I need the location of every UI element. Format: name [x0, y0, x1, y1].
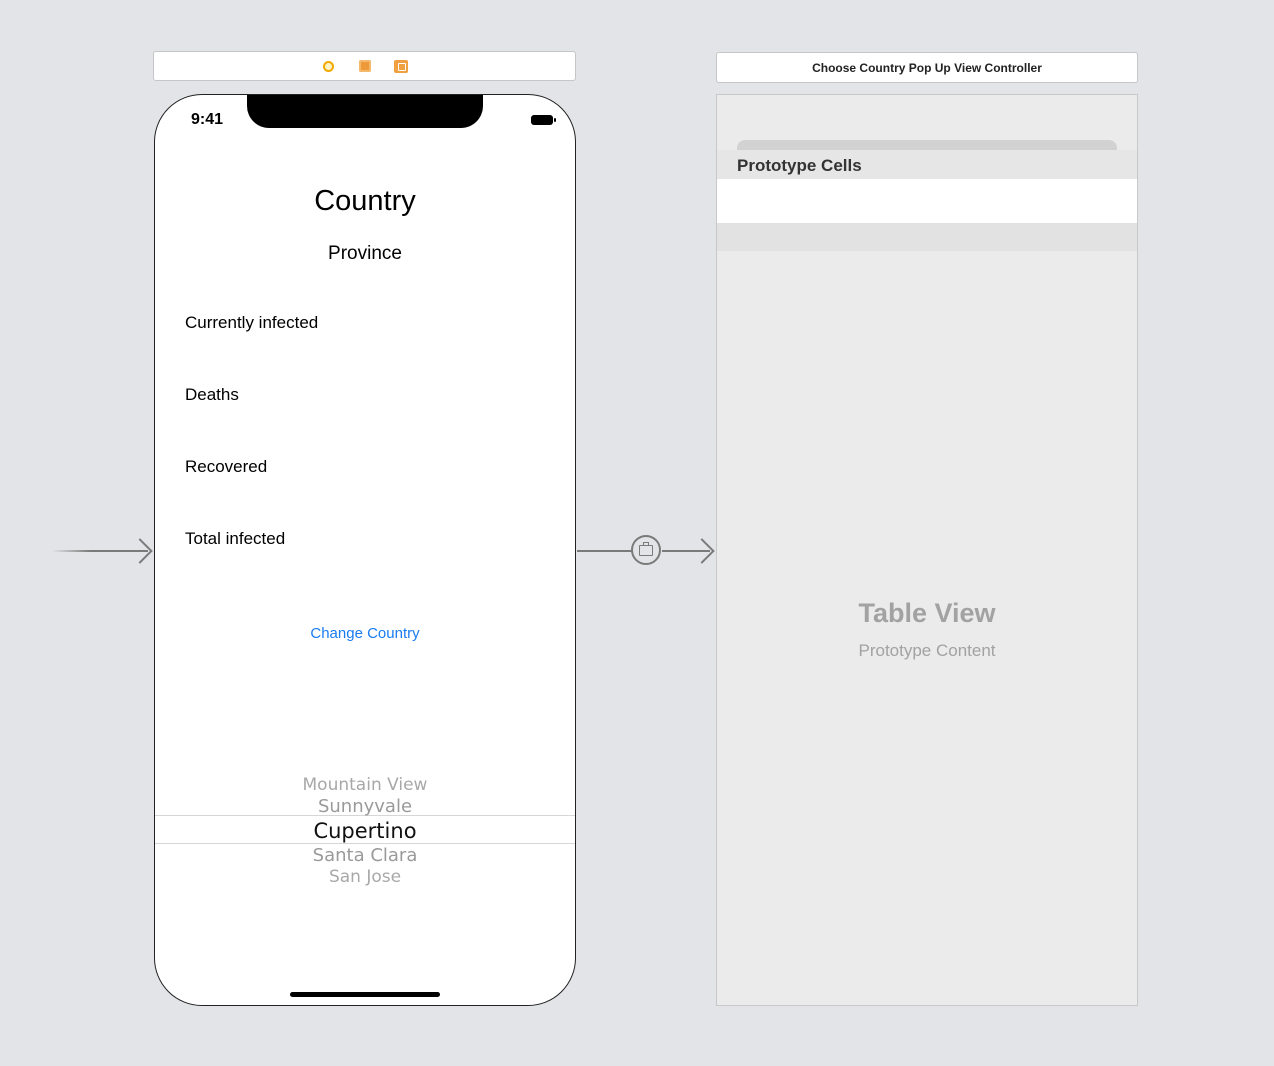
home-indicator [290, 992, 440, 997]
change-country-button[interactable]: Change Country [155, 625, 575, 642]
status-time: 9:41 [191, 111, 224, 128]
device-notch [247, 95, 483, 128]
prototype-cells-label: Prototype Cells [737, 156, 862, 175]
country-label[interactable]: Country [155, 185, 575, 218]
currently-infected-label[interactable]: Currently infected [185, 313, 318, 333]
picker-row[interactable]: Santa Clara [155, 845, 575, 866]
picker-row[interactable]: Sunnyvale [155, 796, 575, 817]
segue-icon[interactable] [631, 535, 661, 565]
table-header-bar [737, 140, 1117, 150]
prototype-cell[interactable] [717, 179, 1137, 223]
province-label[interactable]: Province [155, 243, 575, 265]
first-responder-icon[interactable] [357, 58, 373, 74]
segue-arrowhead [689, 538, 715, 564]
total-infected-label[interactable]: Total infected [185, 529, 285, 549]
popup-scene-title[interactable]: Choose Country Pop Up View Controller [716, 52, 1138, 83]
picker-view[interactable]: Mountain View Sunnyvale Cupertino Santa … [155, 771, 575, 891]
segue-line[interactable] [577, 550, 632, 552]
table-view-placeholder-subtitle: Prototype Content [858, 641, 996, 660]
exit-icon[interactable] [393, 58, 409, 74]
view-controller-icon[interactable] [321, 58, 337, 74]
table-view-scene[interactable]: Prototype Cells Table View Prototype Con… [716, 94, 1138, 1006]
recovered-label[interactable]: Recovered [185, 457, 267, 477]
country-view-controller[interactable]: 9:41 Country Province Currently infected… [154, 94, 576, 1006]
picker-row[interactable]: Mountain View [155, 775, 575, 795]
table-footer [717, 223, 1137, 251]
scene-dock [153, 51, 576, 81]
entry-point-arrowhead [127, 538, 153, 564]
picker-row-selected[interactable]: Cupertino [155, 819, 575, 843]
battery-icon [531, 115, 556, 125]
picker-row[interactable]: San Jose [155, 867, 575, 887]
table-view-placeholder-title: Table View [858, 598, 996, 628]
deaths-label[interactable]: Deaths [185, 385, 239, 405]
